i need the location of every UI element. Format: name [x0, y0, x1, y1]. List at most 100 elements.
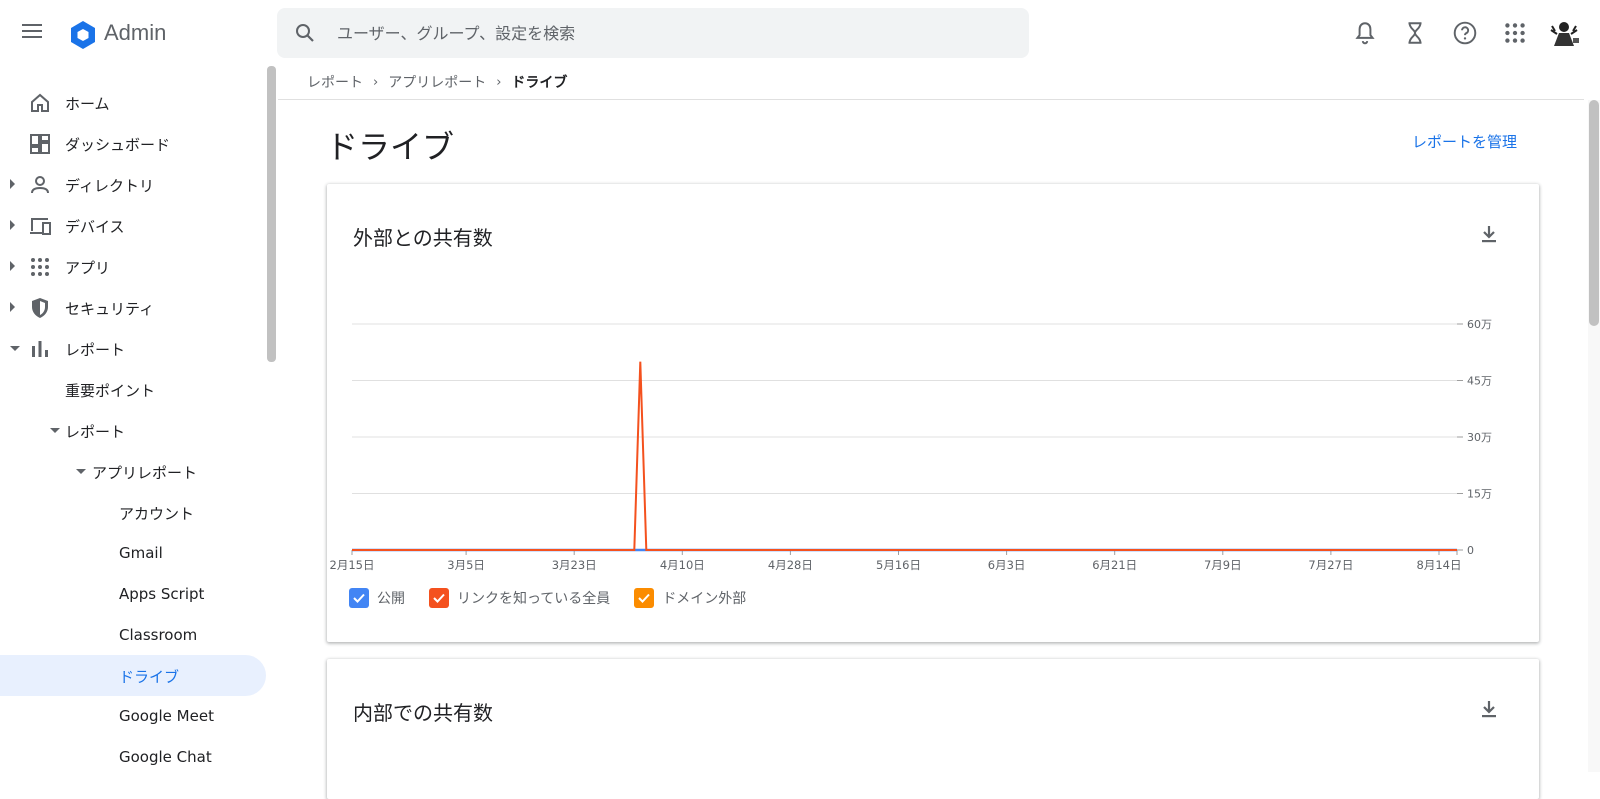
- legend-item-public[interactable]: 公開: [349, 588, 405, 608]
- series-line: [352, 361, 1457, 551]
- external-sharing-chart: 0 15万 30万 45万 60万 2月15日 3月5日 3月23日 4月10日 4月28日 5月1…: [330, 318, 1492, 572]
- x-tick-label: 6月21日: [1092, 558, 1137, 572]
- page-scrollbar-thumb[interactable]: [1589, 100, 1599, 326]
- card-title: 内部での共有数: [353, 701, 493, 725]
- breadcrumb-current: ドライブ: [511, 75, 568, 91]
- x-tick-label: 5月16日: [876, 558, 921, 572]
- sidebar-item-label: アプリレポート: [92, 464, 198, 482]
- sidebar-item-label: レポート: [65, 341, 126, 359]
- sidebar-item-home[interactable]: ホーム: [0, 82, 266, 123]
- sidebar-item-label: Classroom: [119, 626, 198, 644]
- legend-label: リンクを知っている全員: [457, 591, 611, 607]
- dashboard-icon: [30, 134, 50, 154]
- sidebar-item-label: ホーム: [65, 95, 110, 113]
- top-app-bar: Admin: [0, 0, 1600, 66]
- search-input[interactable]: [337, 8, 1017, 58]
- notifications-bell-icon[interactable]: [1352, 20, 1378, 46]
- external-sharing-card: 外部との共有数 0 15万 30万 45万 60万 2月15日 3月5日 3月23日 4月10日…: [327, 184, 1539, 642]
- legend-label: 公開: [377, 591, 405, 607]
- sidebar-item-label: 重要ポイント: [65, 382, 156, 400]
- y-tick-label: 60万: [1467, 318, 1492, 331]
- breadcrumb: レポート › アプリレポート › ドライブ: [307, 72, 567, 92]
- chevron-right-icon: ›: [373, 74, 379, 90]
- expand-caret-icon[interactable]: [10, 179, 15, 189]
- sidebar-item-label: Google Chat: [119, 748, 212, 766]
- y-tick-label: 0: [1467, 544, 1474, 557]
- x-tick-label: 7月9日: [1204, 558, 1242, 572]
- sidebar-item-reports-sub[interactable]: レポート: [0, 410, 266, 451]
- apps-grid-icon: [31, 258, 49, 276]
- sidebar-item-label: Google Meet: [119, 707, 214, 725]
- sidebar-item-drive[interactable]: ドライブ: [0, 655, 266, 696]
- x-tick-label: 3月5日: [447, 558, 485, 572]
- sidebar-item-label: ドライブ: [119, 668, 180, 686]
- download-icon[interactable]: [1477, 697, 1501, 721]
- sidebar-item-google-meet[interactable]: Google Meet: [0, 696, 266, 737]
- sidebar-item-label: デバイス: [65, 218, 125, 236]
- bar-chart-icon: [32, 341, 48, 357]
- page-title: ドライブ: [326, 128, 455, 166]
- google-apps-grid-icon[interactable]: [1502, 20, 1528, 46]
- legend-item-anyone-with-link[interactable]: リンクを知っている全員: [429, 588, 610, 608]
- collapse-caret-icon[interactable]: [50, 428, 60, 433]
- x-tick-label: 4月28日: [768, 558, 813, 572]
- sidebar-item-label: Apps Script: [119, 585, 205, 603]
- sidebar-item-accounts[interactable]: アカウント: [0, 492, 266, 533]
- collapse-caret-icon[interactable]: [10, 346, 20, 351]
- y-tick-label: 15万: [1467, 488, 1492, 501]
- collapse-caret-icon[interactable]: [76, 469, 86, 474]
- legend-label: ドメイン外部: [662, 591, 747, 607]
- sidebar-item-apps[interactable]: アプリ: [0, 246, 266, 287]
- sidebar-item-label: セキュリティ: [65, 300, 155, 318]
- expand-caret-icon[interactable]: [10, 220, 15, 230]
- sidebar-item-devices[interactable]: デバイス: [0, 205, 266, 246]
- sidebar-item-label: アカウント: [119, 505, 195, 523]
- sidebar-item-label: ディレクトリ: [65, 177, 154, 195]
- sidebar-scrollbar[interactable]: [267, 66, 276, 362]
- home-icon: [31, 93, 49, 112]
- checkbox-checked-icon[interactable]: [634, 588, 655, 608]
- shield-icon: [32, 298, 48, 318]
- x-tick-label: 7月27日: [1308, 558, 1353, 572]
- sidebar-item-security[interactable]: セキュリティ: [0, 287, 266, 328]
- sidebar-item-directory[interactable]: ディレクトリ: [0, 164, 266, 205]
- hourglass-tasks-icon[interactable]: [1402, 20, 1428, 46]
- help-icon[interactable]: [1452, 20, 1478, 46]
- sidebar-navigation: ホーム ダッシュボード ディレクトリ デバイス アプリ セキュリティ レポート …: [0, 66, 278, 772]
- search-icon[interactable]: [293, 21, 317, 45]
- x-tick-label: 8月14日: [1417, 558, 1462, 572]
- sidebar-item-reports[interactable]: レポート: [0, 328, 266, 369]
- header-divider: [278, 99, 1584, 100]
- sidebar-item-highlights[interactable]: 重要ポイント: [0, 369, 266, 410]
- expand-caret-icon[interactable]: [10, 302, 15, 312]
- app-title[interactable]: Admin: [104, 20, 166, 46]
- breadcrumb-app-reports[interactable]: アプリレポート: [388, 72, 486, 92]
- x-tick-label: 6月3日: [988, 558, 1026, 572]
- breadcrumb-reports[interactable]: レポート: [307, 72, 363, 92]
- legend-item-external-domain[interactable]: ドメイン外部: [634, 588, 746, 608]
- checkbox-checked-icon[interactable]: [349, 588, 369, 608]
- y-tick-label: 30万: [1467, 431, 1492, 444]
- x-tick-label: 3月23日: [552, 558, 597, 572]
- sidebar-item-label: ダッシュボード: [65, 136, 171, 154]
- sidebar-item-label: アプリ: [65, 259, 111, 277]
- account-avatar[interactable]: [1546, 16, 1582, 52]
- sidebar-item-dashboard[interactable]: ダッシュボード: [0, 123, 266, 164]
- sidebar-item-label: Gmail: [119, 544, 163, 562]
- chart-legend: 公開 リンクを知っている全員 ドメイン外部: [349, 588, 746, 608]
- sidebar-item-gmail[interactable]: Gmail: [0, 533, 266, 574]
- sidebar-item-label: レポート: [65, 423, 126, 441]
- expand-caret-icon[interactable]: [10, 261, 15, 271]
- manage-reports-link[interactable]: レポートを管理: [1412, 131, 1517, 152]
- sidebar-item-google-chat[interactable]: Google Chat: [0, 737, 266, 772]
- x-tick-label: 2月15日: [330, 558, 375, 572]
- admin-logo-icon[interactable]: [68, 20, 98, 50]
- checkbox-checked-icon[interactable]: [429, 588, 449, 608]
- sidebar-item-app-reports[interactable]: アプリレポート: [0, 451, 266, 492]
- sidebar-item-classroom[interactable]: Classroom: [0, 615, 266, 656]
- search-box[interactable]: [277, 8, 1029, 58]
- main-menu-icon[interactable]: [22, 20, 50, 46]
- y-tick-label: 45万: [1467, 375, 1492, 388]
- devices-icon: [30, 218, 51, 235]
- sidebar-item-apps-script[interactable]: Apps Script: [0, 574, 266, 615]
